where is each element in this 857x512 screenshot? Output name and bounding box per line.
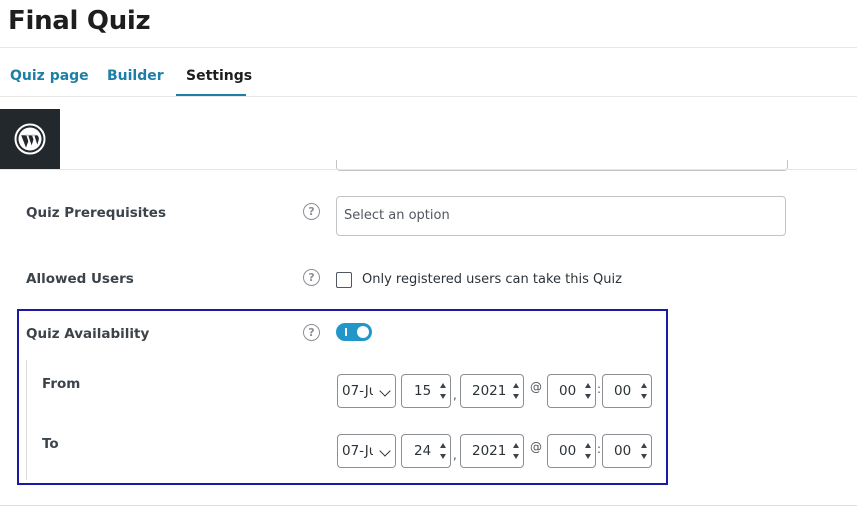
spinner-icon[interactable] (640, 443, 649, 459)
prerequisites-label: Quiz Prerequisites (26, 205, 167, 221)
from-hour-input[interactable]: 00 (547, 374, 596, 408)
allowed-users-help-icon[interactable]: ? (303, 269, 320, 286)
spinner-icon[interactable] (584, 383, 593, 399)
registered-users-checkbox[interactable] (336, 272, 352, 288)
to-minute-input[interactable]: 00 (602, 434, 652, 468)
from-day-input[interactable]: 15 (401, 374, 451, 408)
spinner-icon[interactable] (439, 383, 448, 399)
from-minute-input[interactable]: 00 (602, 374, 652, 408)
from-label: From (42, 376, 81, 392)
from-month-select[interactable]: 07-Jun (337, 374, 396, 408)
tabs-divider (0, 96, 857, 97)
to-year-value: 2021 (472, 443, 507, 459)
wordpress-glyph-icon (14, 123, 46, 155)
toggle-knob (357, 326, 369, 338)
from-day-value: 15 (414, 383, 432, 399)
section-divider (0, 169, 857, 170)
to-at-sign: @ (530, 440, 542, 454)
registered-users-checkbox-label: Only registered users can take this Quiz (362, 272, 622, 287)
spinner-icon[interactable] (584, 443, 593, 459)
from-minute-value: 00 (614, 383, 632, 399)
wordpress-logo-icon[interactable] (0, 109, 60, 169)
page-title: Final Quiz (8, 6, 151, 36)
quiz-availability-toggle[interactable] (336, 323, 372, 341)
to-minute-value: 00 (614, 443, 632, 459)
prerequisites-select[interactable]: Select an option (336, 196, 786, 236)
spinner-icon[interactable] (512, 443, 521, 459)
bottom-divider (0, 505, 857, 506)
tab-builder[interactable]: Builder (107, 68, 164, 84)
quiz-availability-help-icon[interactable]: ? (303, 324, 320, 341)
prerequisites-help-icon[interactable]: ? (303, 203, 320, 220)
from-time-colon: : (597, 382, 602, 396)
to-year-input[interactable]: 2021 (460, 434, 524, 468)
to-day-input[interactable]: 24 (401, 434, 451, 468)
toggle-on-mark (345, 328, 347, 336)
from-date-comma: , (453, 388, 457, 402)
quiz-availability-label: Quiz Availability (26, 326, 150, 342)
from-year-input[interactable]: 2021 (460, 374, 524, 408)
to-hour-input[interactable]: 00 (547, 434, 596, 468)
spinner-icon[interactable] (640, 383, 649, 399)
to-hour-value: 00 (559, 443, 577, 459)
from-hour-value: 00 (559, 383, 577, 399)
indent-guide (26, 360, 27, 480)
to-day-value: 24 (414, 443, 432, 459)
to-month-select[interactable]: 07-Jun (337, 434, 396, 468)
tab-quiz-page[interactable]: Quiz page (10, 68, 89, 84)
from-year-value: 2021 (472, 383, 507, 399)
spinner-icon[interactable] (439, 443, 448, 459)
from-at-sign: @ (530, 380, 542, 394)
to-date-comma: , (453, 448, 457, 462)
tab-settings[interactable]: Settings (186, 68, 252, 84)
spinner-icon[interactable] (512, 383, 521, 399)
title-divider (0, 47, 857, 48)
to-time-colon: : (597, 442, 602, 456)
to-label: To (42, 436, 59, 452)
allowed-users-label: Allowed Users (26, 271, 134, 287)
